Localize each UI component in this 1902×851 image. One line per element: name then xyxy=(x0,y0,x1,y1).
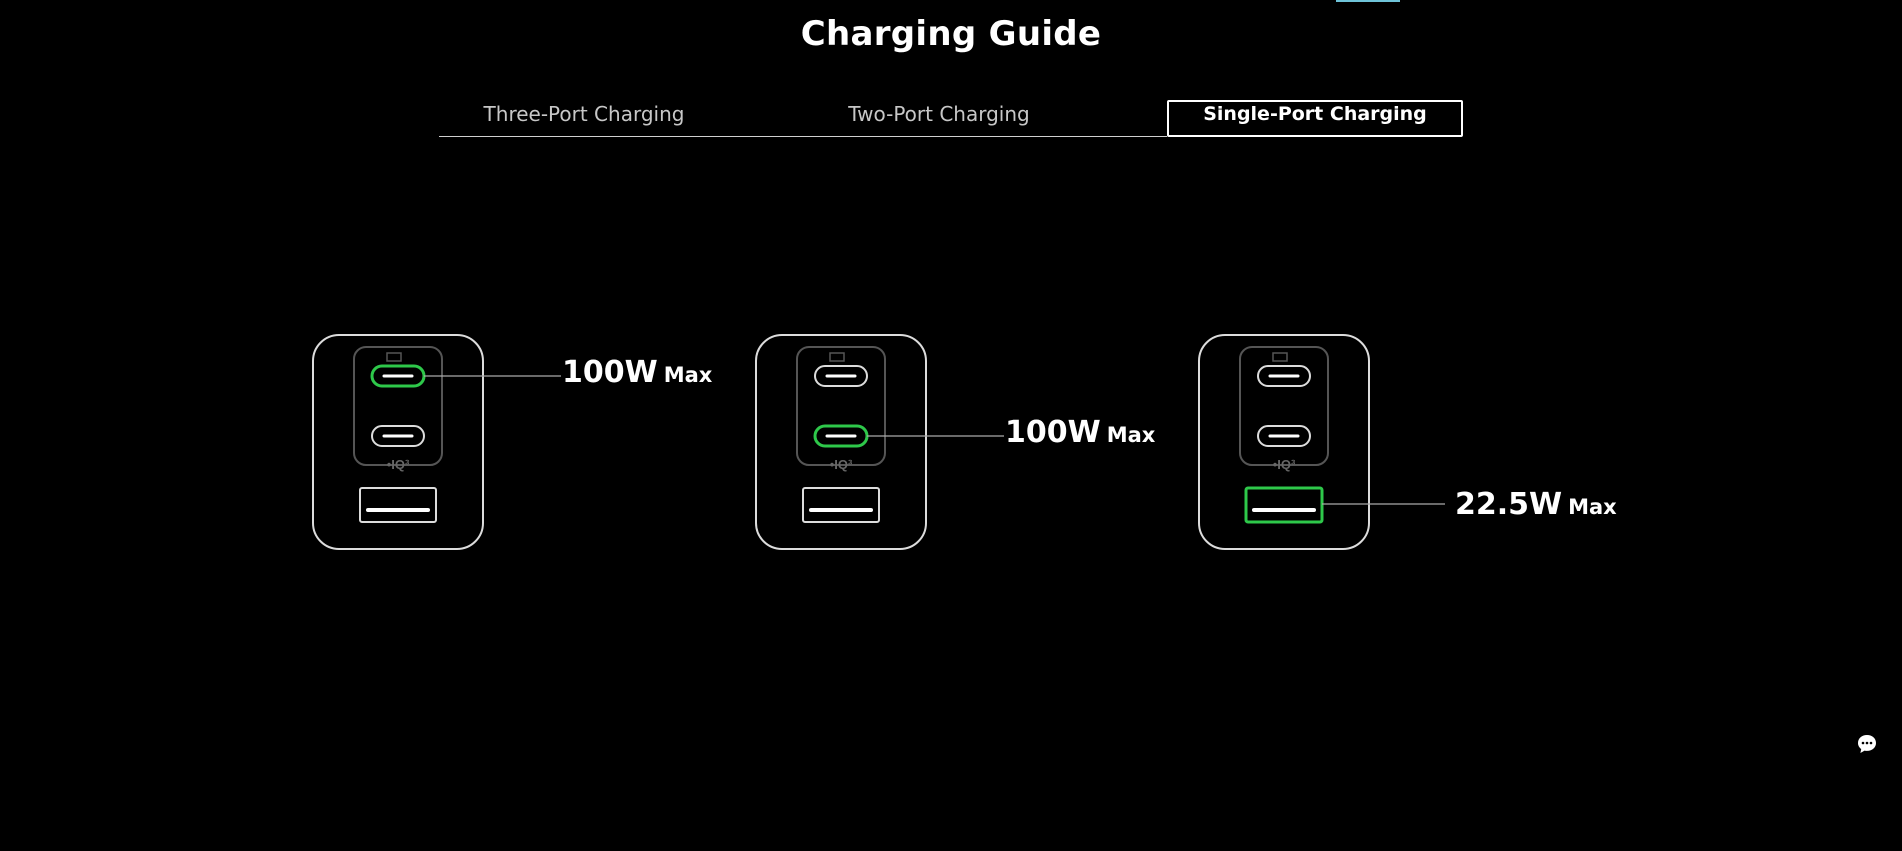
charger-illustration: •IQ³ xyxy=(1198,334,1445,550)
max-label: Max xyxy=(1106,423,1156,447)
power-rating-1: 100W Max xyxy=(562,358,712,388)
chat-bubble-icon[interactable] xyxy=(1856,733,1878,755)
charger-illustration: •IQ³ xyxy=(312,334,561,550)
max-label: Max xyxy=(663,363,713,387)
charging-guide-page: Charging Guide Three-Port Charging Two-P… xyxy=(0,0,1902,851)
charger-illustration: •IQ³ xyxy=(755,334,1004,550)
charger-diagram-2: •IQ³ xyxy=(754,333,1004,553)
watt-value: 22.5W xyxy=(1455,487,1563,522)
charger-diagram-3: •IQ³ xyxy=(1197,333,1445,553)
top-accent-bar xyxy=(1336,0,1400,2)
tab-bar: Three-Port Charging Two-Port Charging Si… xyxy=(439,100,1463,137)
max-label: Max xyxy=(1568,495,1617,519)
page-title: Charging Guide xyxy=(800,14,1102,54)
watt-value: 100W xyxy=(1005,415,1101,450)
watt-value: 100W xyxy=(562,355,658,390)
charger-diagram-1: •IQ³ xyxy=(311,333,561,553)
tab-two-port-charging[interactable]: Two-Port Charging xyxy=(789,100,1089,137)
power-rating-2: 100W Max xyxy=(1005,418,1155,448)
usb-a-port xyxy=(1244,486,1324,524)
svg-text:•IQ³: •IQ³ xyxy=(387,457,410,472)
tab-single-port-charging[interactable]: Single-Port Charging xyxy=(1167,100,1463,137)
svg-text:•IQ³: •IQ³ xyxy=(830,457,853,472)
power-rating-3: 22.5W Max xyxy=(1455,490,1617,520)
svg-text:•IQ³: •IQ³ xyxy=(1273,457,1296,472)
usb-a-port xyxy=(802,487,880,523)
tab-three-port-charging[interactable]: Three-Port Charging xyxy=(439,100,729,137)
usb-a-port xyxy=(359,487,437,523)
